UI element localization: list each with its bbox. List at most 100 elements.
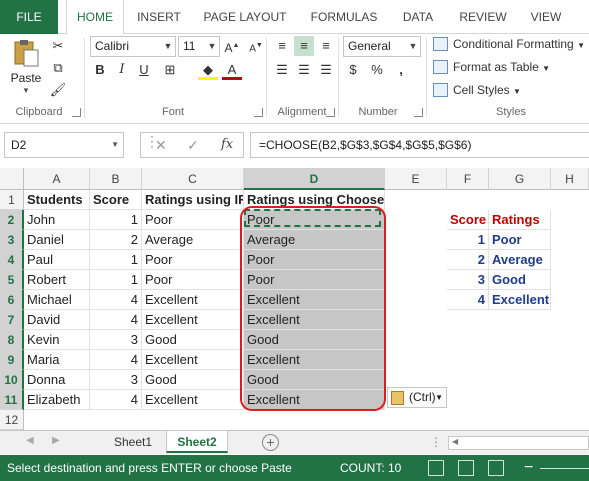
rating-choose-cell[interactable]: Good [244, 370, 385, 390]
normal-view-icon[interactable] [428, 460, 444, 476]
rating-if-cell[interactable]: Good [142, 330, 244, 350]
rating-choose-cell[interactable]: Excellent [244, 350, 385, 370]
lookup-header-cell[interactable]: Ratings [489, 210, 551, 230]
lookup-rating-cell[interactable]: Average [489, 250, 551, 270]
column-header[interactable]: H [551, 168, 589, 190]
format-painter-icon[interactable]: 🖌 [48, 80, 68, 100]
page-break-view-icon[interactable] [488, 460, 504, 476]
student-name-cell[interactable]: Maria [24, 350, 90, 370]
rating-choose-cell[interactable]: Poor [244, 250, 385, 270]
student-name-cell[interactable]: Kevin [24, 330, 90, 350]
tab-review[interactable]: REVIEW [452, 0, 514, 34]
clipboard-launcher-icon[interactable] [72, 108, 81, 117]
rating-if-cell[interactable]: Poor [142, 270, 244, 290]
rating-choose-cell[interactable]: Poor [244, 270, 385, 290]
sheet-tab-sheet2[interactable]: Sheet2 [166, 431, 228, 453]
lookup-header-cell[interactable]: Score [447, 210, 489, 230]
rating-if-cell[interactable]: Excellent [142, 350, 244, 370]
column-header[interactable]: B [90, 168, 142, 190]
lookup-score-cell[interactable]: 2 [447, 250, 489, 270]
page-layout-view-icon[interactable] [458, 460, 474, 476]
italic-icon[interactable]: I [112, 60, 132, 80]
rating-if-cell[interactable]: Poor [142, 250, 244, 270]
score-cell[interactable]: 4 [90, 310, 142, 330]
alignment-launcher-icon[interactable] [326, 108, 335, 117]
fill-color-icon[interactable]: ◆ [198, 60, 218, 80]
cut-icon[interactable]: ✂ [48, 36, 68, 56]
tab-page-layout[interactable]: PAGE LAYOUT [196, 0, 294, 34]
rating-if-cell[interactable]: Excellent [142, 290, 244, 310]
score-cell[interactable]: 1 [90, 210, 142, 230]
paste-options-button[interactable]: (Ctrl) ▼ [387, 387, 447, 408]
underline-icon[interactable]: U [134, 60, 154, 80]
font-size-combo[interactable]: 11 ▼ [178, 36, 220, 57]
student-name-cell[interactable]: David [24, 310, 90, 330]
number-format-combo[interactable]: General ▼ [343, 36, 421, 57]
lookup-score-cell[interactable]: 3 [447, 270, 489, 290]
rating-choose-cell[interactable]: Poor [244, 210, 385, 230]
tab-file[interactable]: FILE [0, 0, 58, 34]
score-cell[interactable]: 4 [90, 290, 142, 310]
rating-choose-cell[interactable]: Excellent [244, 310, 385, 330]
currency-icon[interactable]: $ [343, 60, 363, 80]
previous-sheet-icon[interactable]: ◀ [26, 435, 34, 446]
tab-view[interactable]: VIEW [522, 0, 570, 34]
student-name-cell[interactable]: Donna [24, 370, 90, 390]
lookup-score-cell[interactable]: 4 [447, 290, 489, 310]
row-header[interactable]: 6 [0, 290, 24, 310]
row-header[interactable]: 1 [0, 190, 24, 210]
lookup-rating-cell[interactable]: Excellent [489, 290, 551, 310]
scroll-left-icon[interactable]: ◀ [452, 437, 458, 446]
lookup-rating-cell[interactable]: Good [489, 270, 551, 290]
student-name-cell[interactable]: Elizabeth [24, 390, 90, 410]
rating-choose-cell[interactable]: Excellent [244, 290, 385, 310]
row-header[interactable]: 5 [0, 270, 24, 290]
row-header[interactable]: 11 [0, 390, 24, 410]
student-name-cell[interactable]: Robert [24, 270, 90, 290]
align-center-icon[interactable]: ☰ [294, 60, 314, 80]
tab-data[interactable]: DATA [392, 0, 444, 34]
score-cell[interactable]: 1 [90, 270, 142, 290]
cell-styles-button[interactable]: Cell Styles ▼ [433, 80, 521, 100]
student-name-cell[interactable]: Michael [24, 290, 90, 310]
row-header[interactable]: 10 [0, 370, 24, 390]
tab-formulas[interactable]: FORMULAS [304, 0, 384, 34]
header-cell[interactable]: Ratings using Choose [244, 190, 385, 210]
column-header[interactable]: C [142, 168, 244, 190]
shrink-font-icon[interactable]: A▼ [246, 36, 266, 56]
student-name-cell[interactable]: Paul [24, 250, 90, 270]
comma-icon[interactable]: , [391, 60, 411, 80]
row-header[interactable]: 8 [0, 330, 24, 350]
grow-font-icon[interactable]: A▲ [222, 36, 242, 56]
header-cell[interactable]: Score [90, 190, 142, 210]
align-right-icon[interactable]: ☰ [316, 60, 336, 80]
rating-if-cell[interactable]: Average [142, 230, 244, 250]
column-header[interactable]: E [385, 168, 447, 190]
align-middle-icon[interactable]: ≡ [294, 36, 314, 56]
percent-icon[interactable]: % [367, 60, 387, 80]
rating-if-cell[interactable]: Poor [142, 210, 244, 230]
header-cell[interactable]: Ratings using IF [142, 190, 244, 210]
column-header[interactable]: G [489, 168, 551, 190]
font-launcher-icon[interactable] [254, 108, 263, 117]
score-cell[interactable]: 1 [90, 250, 142, 270]
horizontal-scrollbar[interactable]: ◀ [448, 436, 589, 450]
number-launcher-icon[interactable] [414, 108, 423, 117]
lookup-score-cell[interactable]: 1 [447, 230, 489, 250]
align-top-icon[interactable]: ≡ [272, 36, 292, 56]
student-name-cell[interactable]: Daniel [24, 230, 90, 250]
font-name-combo[interactable]: Calibri ▼ [90, 36, 176, 57]
column-header[interactable]: A [24, 168, 90, 190]
column-header[interactable]: D [244, 168, 385, 190]
format-as-table-button[interactable]: Format as Table ▼ [433, 57, 550, 77]
score-cell[interactable]: 4 [90, 350, 142, 370]
worksheet-grid[interactable]: A B C D E F G H 1 2 3 4 5 6 7 8 9 10 11 12 Students… [0, 168, 589, 430]
copy-icon[interactable]: ⧉ [48, 58, 68, 78]
column-header[interactable]: F [447, 168, 489, 190]
lookup-rating-cell[interactable]: Poor [489, 230, 551, 250]
align-bottom-icon[interactable]: ≡ [316, 36, 336, 56]
tab-home[interactable]: HOME [66, 0, 124, 35]
row-header[interactable]: 12 [0, 410, 24, 430]
row-header[interactable]: 3 [0, 230, 24, 250]
score-cell[interactable]: 3 [90, 370, 142, 390]
